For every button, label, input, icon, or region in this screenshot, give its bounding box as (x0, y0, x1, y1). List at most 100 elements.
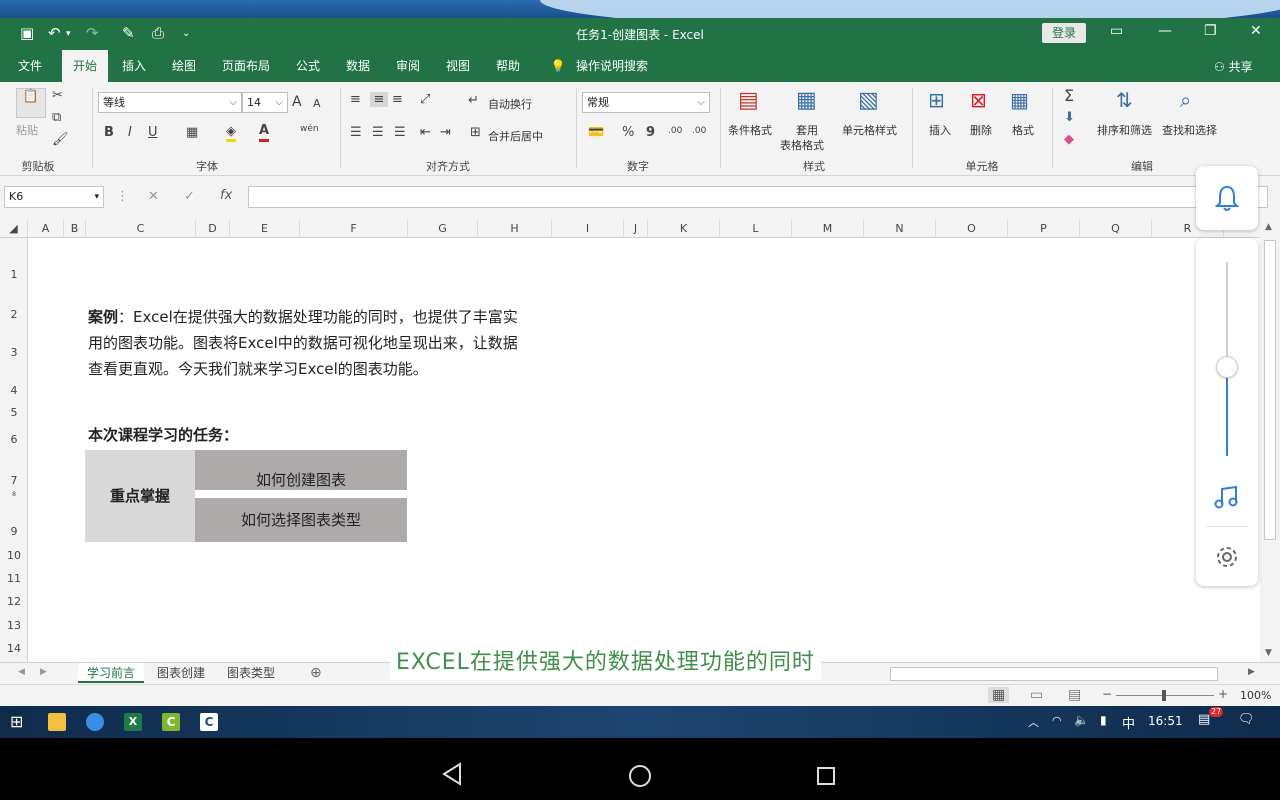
increase-indent-icon[interactable]: ⇥ (440, 125, 451, 140)
format-painter-brush-icon[interactable]: 🖌 (52, 132, 69, 147)
column-header[interactable]: C (86, 220, 196, 238)
font-size-select[interactable]: 14 ⌵ (242, 92, 288, 113)
task-cell-create-chart[interactable]: 如何创建图表 (195, 450, 407, 490)
formula-input[interactable] (248, 186, 1268, 208)
scroll-up-icon[interactable]: ▲ (1265, 222, 1272, 232)
conditional-format-button[interactable]: 条件格式 (728, 122, 772, 138)
volume-icon[interactable]: 🔈 (1074, 713, 1089, 727)
tab-view[interactable]: 视图 (438, 50, 478, 82)
align-left-icon[interactable]: ☰ (350, 125, 362, 140)
share-button[interactable]: ⚇ 共享 (1214, 58, 1253, 75)
paste-label[interactable]: 粘贴 (16, 122, 38, 138)
row-header[interactable]: 6 (0, 433, 28, 446)
login-button[interactable]: 登录 (1042, 23, 1086, 43)
merge-center-icon[interactable]: ⊞ (470, 125, 481, 140)
home-icon[interactable] (628, 764, 652, 788)
phonetic-button[interactable]: wén (300, 124, 319, 134)
format-as-table-label2[interactable]: 表格格式 (780, 137, 824, 153)
paste-icon[interactable]: 📋 (16, 88, 46, 118)
column-header[interactable]: P (1008, 220, 1080, 238)
windows-start-icon[interactable]: ⊞ (10, 712, 23, 731)
cell-styles-button[interactable]: 单元格样式 (842, 122, 897, 138)
column-header[interactable]: D (196, 220, 230, 238)
fill-color-icon[interactable]: ◈ (226, 125, 236, 142)
tab-formulas[interactable]: 公式 (288, 50, 328, 82)
recorder-icon[interactable]: C (200, 713, 218, 731)
delete-cells-button[interactable]: 删除 (970, 122, 992, 138)
row-header[interactable]: 11 (0, 572, 28, 585)
notifications-icon[interactable]: 🗨 (1238, 712, 1255, 727)
align-center-icon[interactable]: ☰ (372, 125, 384, 140)
column-header[interactable]: E (230, 220, 300, 238)
delete-cells-icon[interactable]: ⊠ (970, 88, 987, 112)
action-center-icon[interactable]: ▤ (1198, 712, 1210, 727)
normal-view-icon[interactable]: ▦ (988, 687, 1010, 703)
tab-data[interactable]: 数据 (338, 50, 378, 82)
copy-icon[interactable]: ⧉ (52, 110, 61, 125)
column-header[interactable]: Q (1080, 220, 1152, 238)
format-cells-button[interactable]: 格式 (1012, 122, 1034, 138)
column-header[interactable]: I (552, 220, 624, 238)
column-header[interactable]: K (648, 220, 720, 238)
align-top-icon[interactable]: ≡ (350, 92, 361, 107)
autosum-button[interactable]: Σ (1064, 86, 1074, 105)
column-header[interactable]: F (300, 220, 408, 238)
find-select-button[interactable]: 查找和选择 (1162, 122, 1217, 138)
increase-decimal-button[interactable]: .00 (668, 126, 682, 136)
font-color-button[interactable]: A (259, 123, 270, 142)
underline-button[interactable]: U (148, 125, 158, 140)
merge-center-button[interactable]: 合并后居中 (488, 128, 543, 144)
sheet-tab-create[interactable]: 图表创建 (148, 663, 214, 683)
border-icon[interactable]: ▦ (186, 125, 198, 140)
row-header[interactable]: 5 (0, 406, 28, 419)
bell-icon[interactable] (1214, 184, 1240, 212)
music-note-icon[interactable] (1214, 484, 1240, 510)
page-break-view-icon[interactable]: ▤ (1068, 687, 1081, 703)
ribbon-display-icon[interactable]: ▭ (1110, 23, 1123, 39)
close-icon[interactable]: ✕ (1250, 23, 1262, 39)
column-header[interactable]: A (28, 220, 64, 238)
sheet-tab-types[interactable]: 图表类型 (218, 663, 284, 683)
insert-cells-button[interactable]: 插入 (929, 122, 951, 138)
fill-icon[interactable]: ⬇ (1064, 110, 1075, 125)
row-header[interactable]: 3 (0, 346, 28, 359)
row-header[interactable]: 8 (0, 492, 28, 498)
page-layout-view-icon[interactable]: ▭ (1030, 687, 1043, 703)
wifi-icon[interactable]: ◠ (1052, 714, 1062, 727)
insert-cells-icon[interactable]: ⊞ (928, 88, 945, 112)
column-header[interactable]: L (720, 220, 792, 238)
font-family-select[interactable]: 等线 ⌵ (98, 92, 242, 113)
align-bottom-icon[interactable]: ≡ (392, 92, 403, 107)
clear-icon[interactable]: ◆ (1064, 132, 1074, 147)
row-header[interactable]: 13 (0, 619, 28, 632)
microphone-icon[interactable]: ▮ (1100, 713, 1107, 727)
column-header[interactable]: J (624, 220, 648, 238)
accounting-format-icon[interactable]: 💳 (588, 125, 604, 140)
scroll-thumb[interactable] (1264, 240, 1276, 540)
insert-function-button[interactable]: fx (220, 188, 232, 203)
row-header[interactable]: 7 (0, 474, 28, 487)
key-points-cell[interactable]: 重点掌握 (85, 450, 195, 542)
orientation-icon[interactable]: ⤢ (420, 92, 430, 107)
wrap-text-button[interactable]: 自动换行 (488, 96, 532, 112)
gear-icon[interactable] (1214, 544, 1240, 570)
column-header[interactable]: B (64, 220, 86, 238)
tab-help[interactable]: 帮助 (488, 50, 528, 82)
tell-me-search[interactable]: 操作说明搜索 (572, 50, 652, 82)
zoom-in-icon[interactable]: + (1218, 687, 1228, 701)
column-header[interactable]: G (408, 220, 478, 238)
row-header[interactable]: 14 (0, 642, 28, 655)
comma-button[interactable]: 9 (646, 125, 655, 140)
column-header[interactable]: H (478, 220, 552, 238)
format-cells-icon[interactable]: ▦ (1010, 88, 1029, 112)
zoom-out-icon[interactable]: − (1102, 687, 1112, 701)
file-explorer-icon[interactable] (48, 713, 66, 731)
tab-page-layout[interactable]: 页面布局 (216, 50, 276, 82)
browser-icon[interactable] (86, 713, 104, 731)
row-header[interactable]: 1 (0, 268, 28, 281)
worksheet[interactable]: 案例：Excel在提供强大的数据处理功能的同时，也提供了丰富实 用的图表功能。图… (28, 238, 1260, 662)
volume-slider-thumb[interactable] (1216, 356, 1238, 378)
column-header[interactable]: M (792, 220, 864, 238)
find-select-icon[interactable]: ⌕ (1180, 88, 1191, 112)
tab-draw[interactable]: 绘图 (164, 50, 204, 82)
